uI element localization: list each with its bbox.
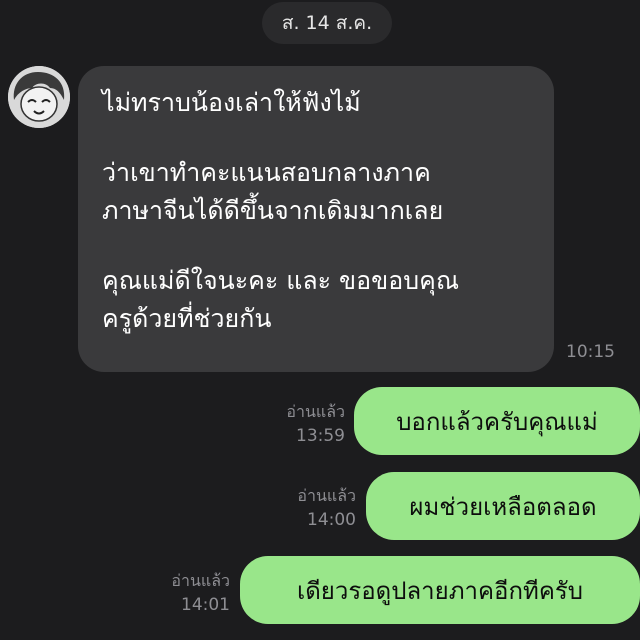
message-timestamp: 14:00 bbox=[307, 510, 356, 530]
message-line: ภาษาจีนได้ดีขึ้นจากเดิมมากเลย bbox=[102, 196, 444, 225]
outgoing-message-bubble[interactable]: บอกแล้วครับคุณแม่ bbox=[354, 387, 640, 455]
contact-avatar[interactable] bbox=[8, 66, 70, 128]
message-line: ว่าเขาทำคะแนนสอบกลางภาค bbox=[102, 158, 431, 187]
avatar-illustration-icon bbox=[8, 66, 70, 128]
message-timestamp: 13:59 bbox=[296, 426, 345, 446]
read-status: อ่านแล้ว bbox=[171, 571, 230, 590]
message-timestamp: 10:15 bbox=[566, 342, 615, 362]
message-text: เดียวรอดูปลายภาคอีกทีครับ bbox=[297, 576, 583, 605]
incoming-message-bubble[interactable]: ไม่ทราบน้องเล่าให้ฟังไม้ ว่าเขาทำคะแนนสอ… bbox=[78, 66, 554, 372]
message-line: ครูด้วยที่ช่วยกัน bbox=[102, 304, 272, 333]
read-receipt: อ่านแล้ว 14:00 bbox=[297, 484, 356, 532]
outgoing-message-bubble[interactable]: ผมช่วยเหลือตลอด bbox=[366, 472, 640, 540]
message-line: ไม่ทราบน้องเล่าให้ฟังไม้ bbox=[102, 88, 361, 117]
read-receipt: อ่านแล้ว 13:59 bbox=[286, 400, 345, 448]
message-timestamp: 14:01 bbox=[181, 595, 230, 615]
message-line: คุณแม่ดีใจนะคะ และ ขอขอบคุณ bbox=[102, 266, 460, 295]
read-status: อ่านแล้ว bbox=[297, 486, 356, 505]
message-text: ผมช่วยเหลือตลอด bbox=[409, 492, 597, 521]
read-status: อ่านแล้ว bbox=[286, 402, 345, 421]
read-receipt: อ่านแล้ว 14:01 bbox=[171, 569, 230, 617]
date-separator: ส. 14 ส.ค. bbox=[262, 2, 392, 44]
message-text: บอกแล้วครับคุณแม่ bbox=[396, 407, 598, 436]
outgoing-message-bubble[interactable]: เดียวรอดูปลายภาคอีกทีครับ bbox=[240, 556, 640, 624]
